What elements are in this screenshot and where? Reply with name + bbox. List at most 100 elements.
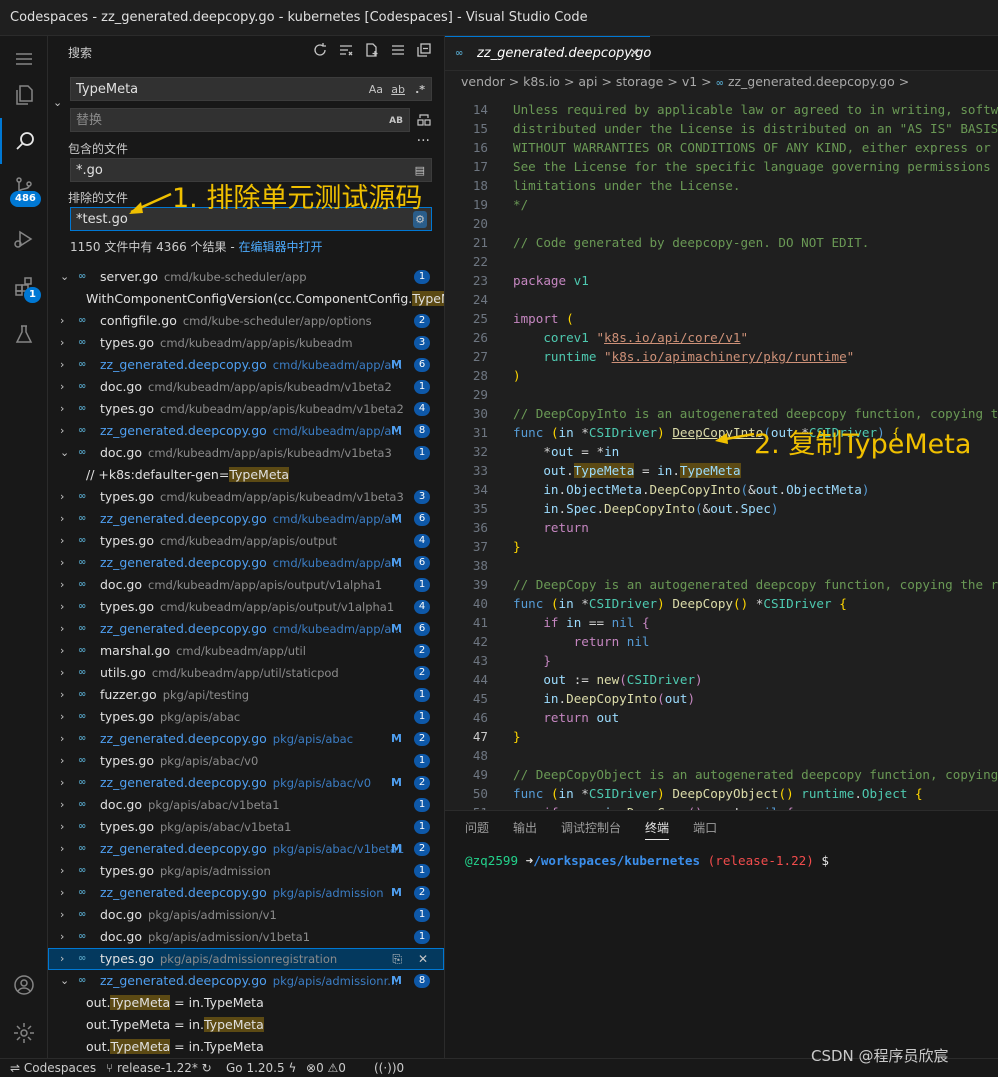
replace-all-in-file-icon[interactable]: ⎘ xyxy=(392,948,402,970)
account-icon[interactable] xyxy=(0,962,48,1008)
chevron-right-icon[interactable]: › xyxy=(60,926,72,948)
chevron-right-icon[interactable]: › xyxy=(60,354,72,376)
chevron-right-icon[interactable]: › xyxy=(60,508,72,530)
remote-indicator[interactable]: ⇌ Codespaces xyxy=(10,1059,96,1077)
match-case-icon[interactable]: Aa xyxy=(369,78,383,102)
breadcrumb-storage[interactable]: storage xyxy=(616,74,664,89)
result-file-row[interactable]: › ∞ zz_generated.deepcopy.go cmd/kubeadm/ap… xyxy=(48,618,444,640)
breadcrumb-v1[interactable]: v1 xyxy=(682,74,697,89)
chevron-down-icon[interactable]: ⌄ xyxy=(60,442,72,464)
breadcrumb-k8s-io[interactable]: k8s.io xyxy=(523,74,560,89)
result-file-row[interactable]: › ∞ marshal.go cmd/kubeadm/app/util 2 xyxy=(48,640,444,662)
result-file-row[interactable]: › ∞ zz_generated.deepcopy.go cmd/kubeadm/ap… xyxy=(48,354,444,376)
result-match-row[interactable]: out.TypeMeta = in.TypeMeta xyxy=(48,1014,444,1036)
match-whole-word-icon[interactable]: ab xyxy=(391,78,405,102)
result-file-row[interactable]: › ∞ configfile.go cmd/kube-scheduler/app/op… xyxy=(48,310,444,332)
chevron-right-icon[interactable]: › xyxy=(60,882,72,904)
clear-results-icon[interactable] xyxy=(338,42,354,58)
chevron-right-icon[interactable]: › xyxy=(60,904,72,926)
result-match-row[interactable]: out.TypeMeta = in.TypeMeta xyxy=(48,992,444,1014)
result-file-row[interactable]: › ∞ types.go cmd/kubeadm/app/apis/kubeadm 3 xyxy=(48,332,444,354)
editor-tab[interactable]: ∞ zz_generated.deepcopy.go ✕ xyxy=(445,36,651,70)
explorer-icon[interactable] xyxy=(0,72,48,118)
result-match-row[interactable]: out.TypeMeta = in.TypeMeta xyxy=(48,1036,444,1058)
collapse-all-icon[interactable] xyxy=(416,42,432,58)
extensions-icon[interactable] xyxy=(0,264,48,310)
chevron-right-icon[interactable]: › xyxy=(60,552,72,574)
panel-tab[interactable]: 输出 xyxy=(513,819,537,840)
chevron-right-icon[interactable]: › xyxy=(60,486,72,508)
result-file-row[interactable]: › ∞ zz_generated.deepcopy.go pkg/apis/abac/… xyxy=(48,772,444,794)
result-file-row[interactable]: › ∞ zz_generated.deepcopy.go cmd/kubeadm/ap… xyxy=(48,420,444,442)
new-search-editor-icon[interactable] xyxy=(364,42,380,58)
result-file-row[interactable]: › ∞ types.go pkg/apis/admission 1 xyxy=(48,860,444,882)
breadcrumb-file[interactable]: zz_generated.deepcopy.go xyxy=(728,74,895,89)
panel-tab[interactable]: 终端 xyxy=(645,819,670,840)
panel-tab[interactable]: 端口 xyxy=(693,819,717,840)
refresh-icon[interactable] xyxy=(312,42,328,58)
result-file-row[interactable]: ⌄ ∞ doc.go cmd/kubeadm/app/apis/kubeadm/v1b… xyxy=(48,442,444,464)
search-icon[interactable] xyxy=(0,118,48,164)
view-as-list-icon[interactable] xyxy=(390,42,406,58)
chevron-right-icon[interactable]: › xyxy=(60,684,72,706)
chevron-down-icon[interactable]: ⌄ xyxy=(60,970,72,992)
result-file-row[interactable]: › ∞ zz_generated.deepcopy.go pkg/apis/abac/… xyxy=(48,838,444,860)
dismiss-icon[interactable]: ✕ xyxy=(418,948,428,970)
chevron-right-icon[interactable]: › xyxy=(60,816,72,838)
search-input[interactable]: TypeMeta Aa ab .* xyxy=(70,77,432,101)
branch-indicator[interactable]: ⑂ release-1.22* ↻ xyxy=(106,1059,212,1077)
breadcrumb-vendor[interactable]: vendor xyxy=(461,74,505,89)
settings-gear-icon[interactable] xyxy=(0,1010,48,1056)
result-file-row[interactable]: › ∞ types.go cmd/kubeadm/app/apis/kubeadm/v… xyxy=(48,398,444,420)
chevron-right-icon[interactable]: › xyxy=(60,728,72,750)
chevron-right-icon[interactable]: › xyxy=(60,376,72,398)
chevron-right-icon[interactable]: › xyxy=(60,574,72,596)
replace-all-icon[interactable] xyxy=(416,112,432,128)
chevron-right-icon[interactable]: › xyxy=(60,420,72,442)
chevron-right-icon[interactable]: › xyxy=(60,618,72,640)
result-file-row[interactable]: › ∞ fuzzer.go pkg/api/testing 1 xyxy=(48,684,444,706)
result-file-row[interactable]: › ∞ zz_generated.deepcopy.go cmd/kubeadm/ap… xyxy=(48,552,444,574)
result-file-row[interactable]: ⌄ ∞ zz_generated.deepcopy.go pkg/apis/admis… xyxy=(48,970,444,992)
problems-indicator[interactable]: ⊗0 ⚠0 xyxy=(306,1059,346,1077)
result-file-row[interactable]: › ∞ doc.go pkg/apis/abac/v1beta1 1 xyxy=(48,794,444,816)
result-file-row[interactable]: › ∞ types.go pkg/apis/abac/v0 1 xyxy=(48,750,444,772)
chevron-right-icon[interactable]: › xyxy=(60,772,72,794)
result-file-row[interactable]: › ∞ doc.go cmd/kubeadm/app/apis/kubeadm/v1b… xyxy=(48,376,444,398)
close-tab-icon[interactable]: ✕ xyxy=(629,37,640,70)
chevron-right-icon[interactable]: › xyxy=(60,332,72,354)
chevron-right-icon[interactable]: › xyxy=(60,640,72,662)
breadcrumb-api[interactable]: api xyxy=(578,74,597,89)
result-file-row[interactable]: › ∞ types.go cmd/kubeadm/app/apis/output 4 xyxy=(48,530,444,552)
testing-icon[interactable] xyxy=(0,312,48,358)
replace-input[interactable]: 替换 AB xyxy=(70,108,410,132)
chevron-right-icon[interactable]: › xyxy=(60,398,72,420)
result-file-row[interactable]: › ∞ doc.go pkg/apis/admission/v1 1 xyxy=(48,904,444,926)
preserve-case-icon[interactable]: AB xyxy=(389,109,403,133)
result-file-row[interactable]: › ∞ types.go cmd/kubeadm/app/apis/kubeadm/v… xyxy=(48,486,444,508)
result-file-row[interactable]: › ∞ types.go pkg/apis/abac/v1beta1 1 xyxy=(48,816,444,838)
result-file-row[interactable]: › ∞ doc.go pkg/apis/admission/v1beta1 1 xyxy=(48,926,444,948)
more-options-icon[interactable]: ··· xyxy=(417,133,430,149)
result-file-row[interactable]: › ∞ types.go pkg/apis/admissionregistration… xyxy=(48,948,444,970)
toggle-replace-chevron[interactable]: ⌄ xyxy=(53,96,62,109)
panel-tab[interactable]: 问题 xyxy=(465,819,489,840)
chevron-right-icon[interactable]: › xyxy=(60,310,72,332)
chevron-right-icon[interactable]: › xyxy=(60,794,72,816)
chevron-right-icon[interactable]: › xyxy=(60,596,72,618)
chevron-down-icon[interactable]: ⌄ xyxy=(60,266,72,288)
result-file-row[interactable]: ⌄ ∞ server.go cmd/kube-scheduler/app 1 xyxy=(48,266,444,288)
result-file-row[interactable]: › ∞ utils.go cmd/kubeadm/app/util/staticpod… xyxy=(48,662,444,684)
result-file-row[interactable]: › ∞ types.go pkg/apis/abac 1 xyxy=(48,706,444,728)
run-debug-icon[interactable] xyxy=(0,216,48,262)
result-file-row[interactable]: › ∞ zz_generated.deepcopy.go cmd/kubeadm/ap… xyxy=(48,508,444,530)
result-match-row[interactable]: // +k8s:defaulter-gen=TypeMeta xyxy=(48,464,444,486)
result-file-row[interactable]: › ∞ doc.go cmd/kubeadm/app/apis/output/v1al… xyxy=(48,574,444,596)
chevron-right-icon[interactable]: › xyxy=(60,948,72,970)
open-in-editor-link[interactable]: 在编辑器中打开 xyxy=(238,240,322,254)
result-match-row[interactable]: WithComponentConfigVersion(cc.ComponentC… xyxy=(48,288,444,310)
result-file-row[interactable]: › ∞ zz_generated.deepcopy.go pkg/apis/abac M… xyxy=(48,728,444,750)
result-file-row[interactable]: › ∞ types.go cmd/kubeadm/app/apis/output/v1… xyxy=(48,596,444,618)
terminal[interactable]: @zq2599 ➜/workspaces/kubernetes (release… xyxy=(465,853,829,868)
chevron-right-icon[interactable]: › xyxy=(60,860,72,882)
